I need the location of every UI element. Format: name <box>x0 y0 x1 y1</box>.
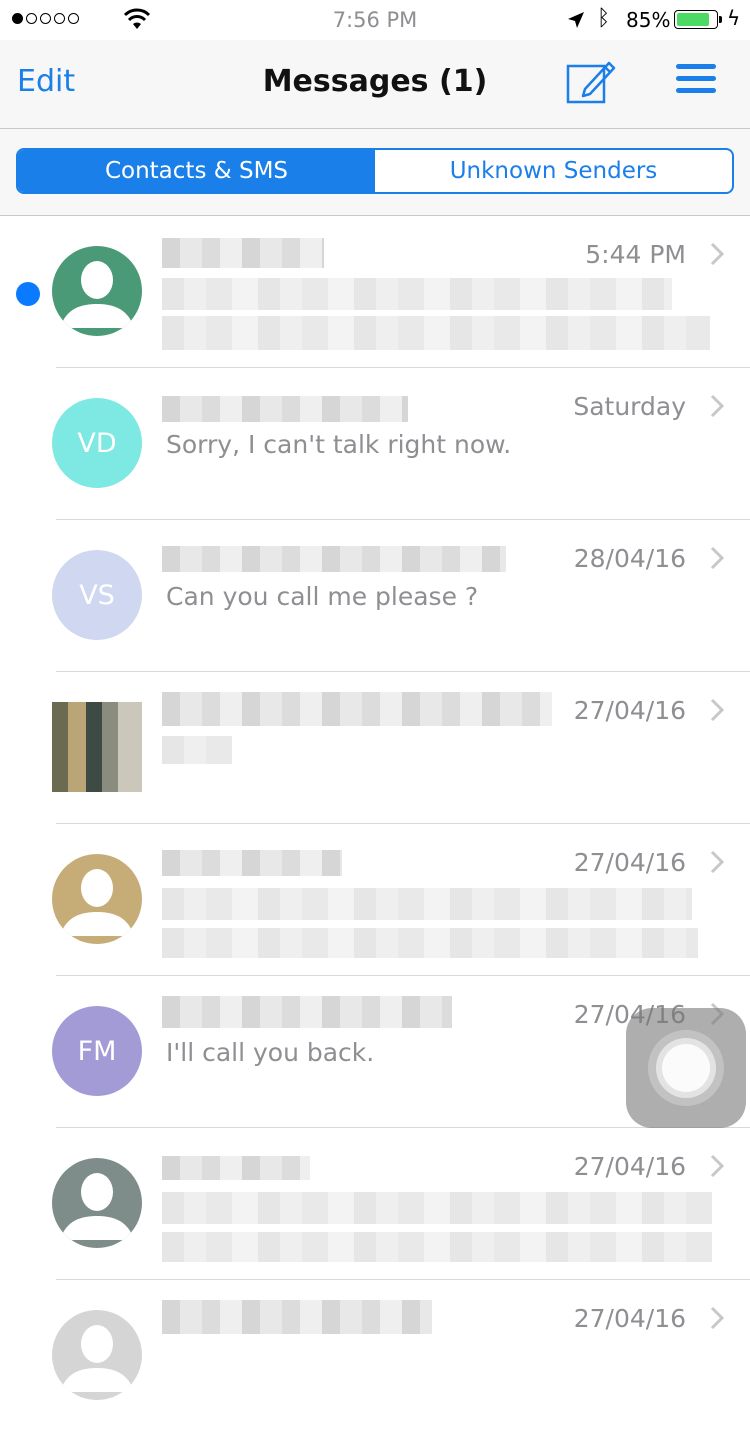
battery-icon <box>674 10 722 29</box>
conversation-row[interactable]: VS 28/04/16 Can you call me please ? <box>0 520 750 672</box>
chevron-right-icon <box>710 546 724 570</box>
chevron-right-icon <box>710 850 724 874</box>
avatar: VD <box>52 398 142 488</box>
conversation-time: Saturday <box>573 392 686 421</box>
avatar <box>52 1310 142 1400</box>
contact-name-redacted <box>162 1300 432 1334</box>
filter-bar: Contacts & SMS Unknown Senders <box>0 129 750 216</box>
conversation-time: 27/04/16 <box>573 848 686 877</box>
chevron-right-icon <box>710 1154 724 1178</box>
message-preview-redacted <box>162 928 698 958</box>
tab-contacts-sms[interactable]: Contacts & SMS <box>18 150 375 192</box>
bluetooth-icon: ᛒ <box>597 6 611 31</box>
page-title: Messages (1) <box>262 64 488 99</box>
conversation-row[interactable]: 5:44 PM <box>0 216 750 368</box>
avatar-photo <box>52 702 142 792</box>
conversation-time: 5:44 PM <box>585 240 686 269</box>
conversation-list: 5:44 PM VD Saturday Sorry, I can't talk … <box>0 216 750 1432</box>
avatar-initials: FM <box>77 1035 117 1067</box>
conversation-time: 27/04/16 <box>573 1152 686 1181</box>
contact-name-redacted <box>162 850 342 876</box>
message-preview-redacted <box>162 316 710 350</box>
chevron-right-icon <box>710 242 724 266</box>
avatar <box>52 854 142 944</box>
conversation-row[interactable]: VD Saturday Sorry, I can't talk right no… <box>0 368 750 520</box>
chevron-right-icon <box>710 698 724 722</box>
message-preview-redacted <box>162 278 672 310</box>
contact-name-redacted <box>162 996 452 1028</box>
conversation-time: 27/04/16 <box>573 1304 686 1333</box>
battery-percent: 85% <box>626 8 671 32</box>
conversation-row[interactable]: 27/04/16 <box>0 824 750 976</box>
contact-name-redacted <box>162 692 552 726</box>
location-arrow-icon <box>568 12 584 28</box>
chevron-right-icon <box>710 394 724 418</box>
message-preview: I'll call you back. <box>166 1038 375 1067</box>
edit-button[interactable]: Edit <box>17 64 75 99</box>
message-preview-redacted <box>162 1232 712 1262</box>
avatar <box>52 246 142 336</box>
conversation-row[interactable]: 27/04/16 <box>0 1128 750 1280</box>
message-preview-redacted <box>162 888 692 920</box>
avatar-initials: VD <box>77 427 117 459</box>
person-silhouette-icon <box>60 261 134 328</box>
tab-unknown-senders[interactable]: Unknown Senders <box>375 150 732 192</box>
person-silhouette-icon <box>60 1173 134 1240</box>
segmented-control: Contacts & SMS Unknown Senders <box>16 148 734 194</box>
contact-name-redacted <box>162 546 506 572</box>
contact-name-redacted <box>162 1156 310 1180</box>
message-preview: Can you call me please ? <box>166 582 479 611</box>
avatar-initials: VS <box>79 579 115 611</box>
message-preview-redacted <box>162 736 232 764</box>
menu-icon[interactable] <box>676 64 718 100</box>
message-preview: Sorry, I can't talk right now. <box>166 430 512 459</box>
message-preview-redacted <box>162 1192 712 1224</box>
avatar <box>52 1158 142 1248</box>
navigation-bar: Edit Messages (1) <box>0 40 750 129</box>
assistive-touch-button[interactable] <box>626 1008 746 1128</box>
chevron-right-icon <box>710 1306 724 1330</box>
person-silhouette-icon <box>60 1325 134 1392</box>
status-bar: 7:56 PM ᛒ 85% ϟ <box>0 0 750 40</box>
person-silhouette-icon <box>60 869 134 936</box>
avatar: VS <box>52 550 142 640</box>
contact-name-redacted <box>162 396 408 422</box>
conversation-row[interactable]: 27/04/16 <box>0 672 750 824</box>
conversation-time: 27/04/16 <box>573 696 686 725</box>
avatar: FM <box>52 1006 142 1096</box>
compose-icon[interactable] <box>565 58 617 106</box>
conversation-row[interactable]: 27/04/16 <box>0 1280 750 1432</box>
conversation-time: 28/04/16 <box>573 544 686 573</box>
contact-name-redacted <box>162 238 324 268</box>
charging-bolt-icon: ϟ <box>727 6 741 30</box>
unread-indicator <box>16 282 40 306</box>
battery-fill <box>677 13 709 26</box>
